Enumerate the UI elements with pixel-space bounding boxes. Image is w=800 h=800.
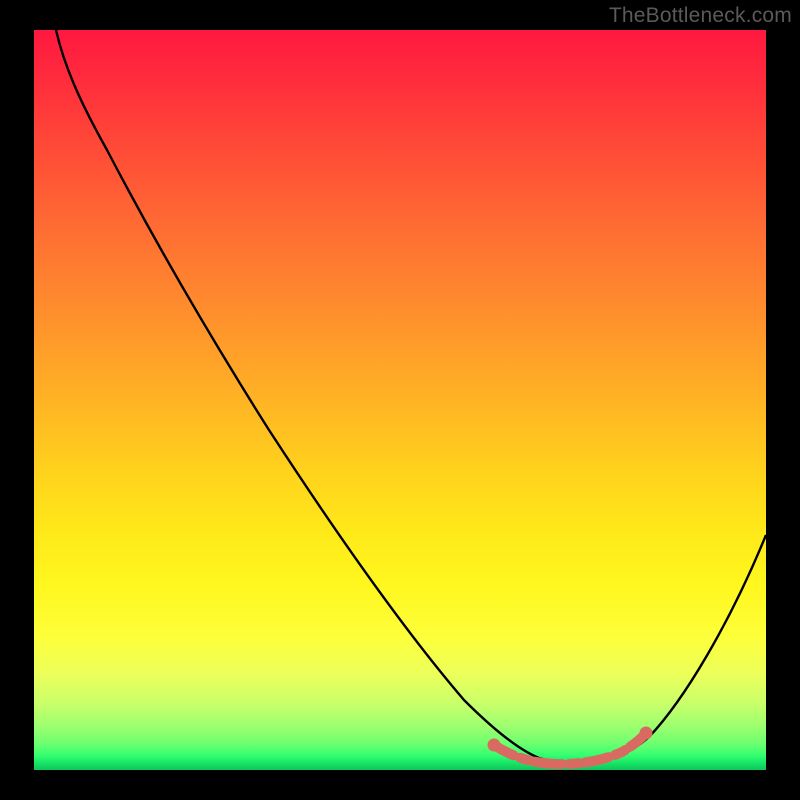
highlight-start-dot — [488, 739, 501, 752]
bottleneck-curve — [56, 30, 766, 764]
optimal-range-highlight — [494, 733, 646, 764]
highlight-end-dot — [640, 727, 653, 740]
plot-area — [34, 30, 766, 770]
watermark-label: TheBottleneck.com — [609, 4, 792, 28]
chart-frame: TheBottleneck.com — [0, 0, 800, 800]
curve-layer — [34, 30, 766, 770]
